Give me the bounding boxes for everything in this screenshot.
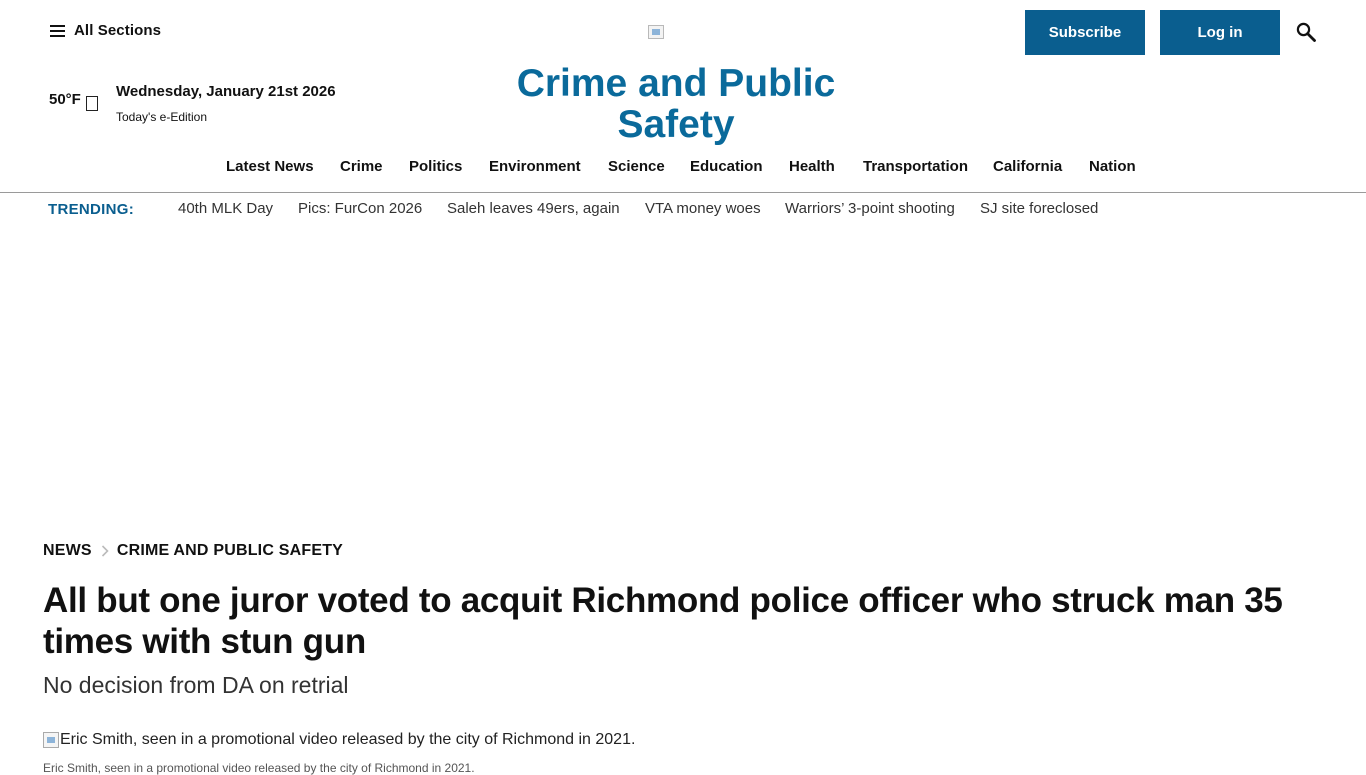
trending-item[interactable]: Warriors’ 3-point shooting <box>785 200 955 217</box>
nav-item-nation[interactable]: Nation <box>1089 158 1136 175</box>
current-date: Wednesday, January 21st 2026 <box>116 83 336 100</box>
weather-icon <box>85 96 98 111</box>
nav-item-health[interactable]: Health <box>789 158 835 175</box>
trending-item[interactable]: 40th MLK Day <box>178 200 273 217</box>
trending-item[interactable]: SJ site foreclosed <box>980 200 1098 217</box>
trending-label: TRENDING: <box>48 201 135 218</box>
weather-widget[interactable]: 50°F <box>49 87 98 111</box>
article-lead-image: Eric Smith, seen in a promotional video … <box>43 731 635 749</box>
nav-item-education[interactable]: Education <box>690 158 763 175</box>
trending-item[interactable]: Pics: FurCon 2026 <box>298 200 422 217</box>
nav-item-transportation[interactable]: Transportation <box>863 158 968 175</box>
nav-item-crime[interactable]: Crime <box>340 158 383 175</box>
search-icon[interactable] <box>1296 22 1316 42</box>
trending-item[interactable]: Saleh leaves 49ers, again <box>447 200 620 217</box>
ad-placeholder <box>0 225 1366 525</box>
nav-item-california[interactable]: California <box>993 158 1062 175</box>
subscribe-button[interactable]: Subscribe <box>1025 10 1145 55</box>
nav-item-environment[interactable]: Environment <box>489 158 581 175</box>
login-button[interactable]: Log in <box>1160 10 1280 55</box>
breadcrumb-crime-and-public-safety[interactable]: CRIME AND PUBLIC SAFETY <box>117 542 343 560</box>
image-caption: Eric Smith, seen in a promotional video … <box>43 761 475 775</box>
broken-image-icon <box>43 732 59 748</box>
breadcrumb: NEWS CRIME AND PUBLIC SAFETY <box>43 542 343 560</box>
breadcrumb-news[interactable]: NEWS <box>43 542 92 560</box>
trending-bar: TRENDING: 40th MLK Day Pics: FurCon 2026… <box>0 200 1366 220</box>
chevron-right-icon <box>101 545 109 557</box>
weather-temperature: 50°F <box>49 90 81 108</box>
nav-item-latest-news[interactable]: Latest News <box>226 158 314 175</box>
section-title: Crime and Public Safety <box>516 62 836 146</box>
site-header: All Sections Subscribe Log in 50°F Wedne… <box>0 0 1366 193</box>
nav-item-science[interactable]: Science <box>608 158 665 175</box>
eedition-link[interactable]: Today's e-Edition <box>116 110 207 124</box>
site-logo[interactable] <box>648 25 664 39</box>
hamburger-icon <box>50 24 65 37</box>
all-sections-label: All Sections <box>74 22 162 39</box>
image-alt-text: Eric Smith, seen in a promotional video … <box>60 731 636 748</box>
article-headline: All but one juror voted to acquit Richmo… <box>43 581 1283 661</box>
nav-item-politics[interactable]: Politics <box>409 158 462 175</box>
trending-item[interactable]: VTA money woes <box>645 200 761 217</box>
article-subhead: No decision from DA on retrial <box>43 672 349 698</box>
main-nav: Latest News Crime Politics Environment S… <box>0 158 1366 178</box>
all-sections-button[interactable]: All Sections <box>50 22 161 39</box>
